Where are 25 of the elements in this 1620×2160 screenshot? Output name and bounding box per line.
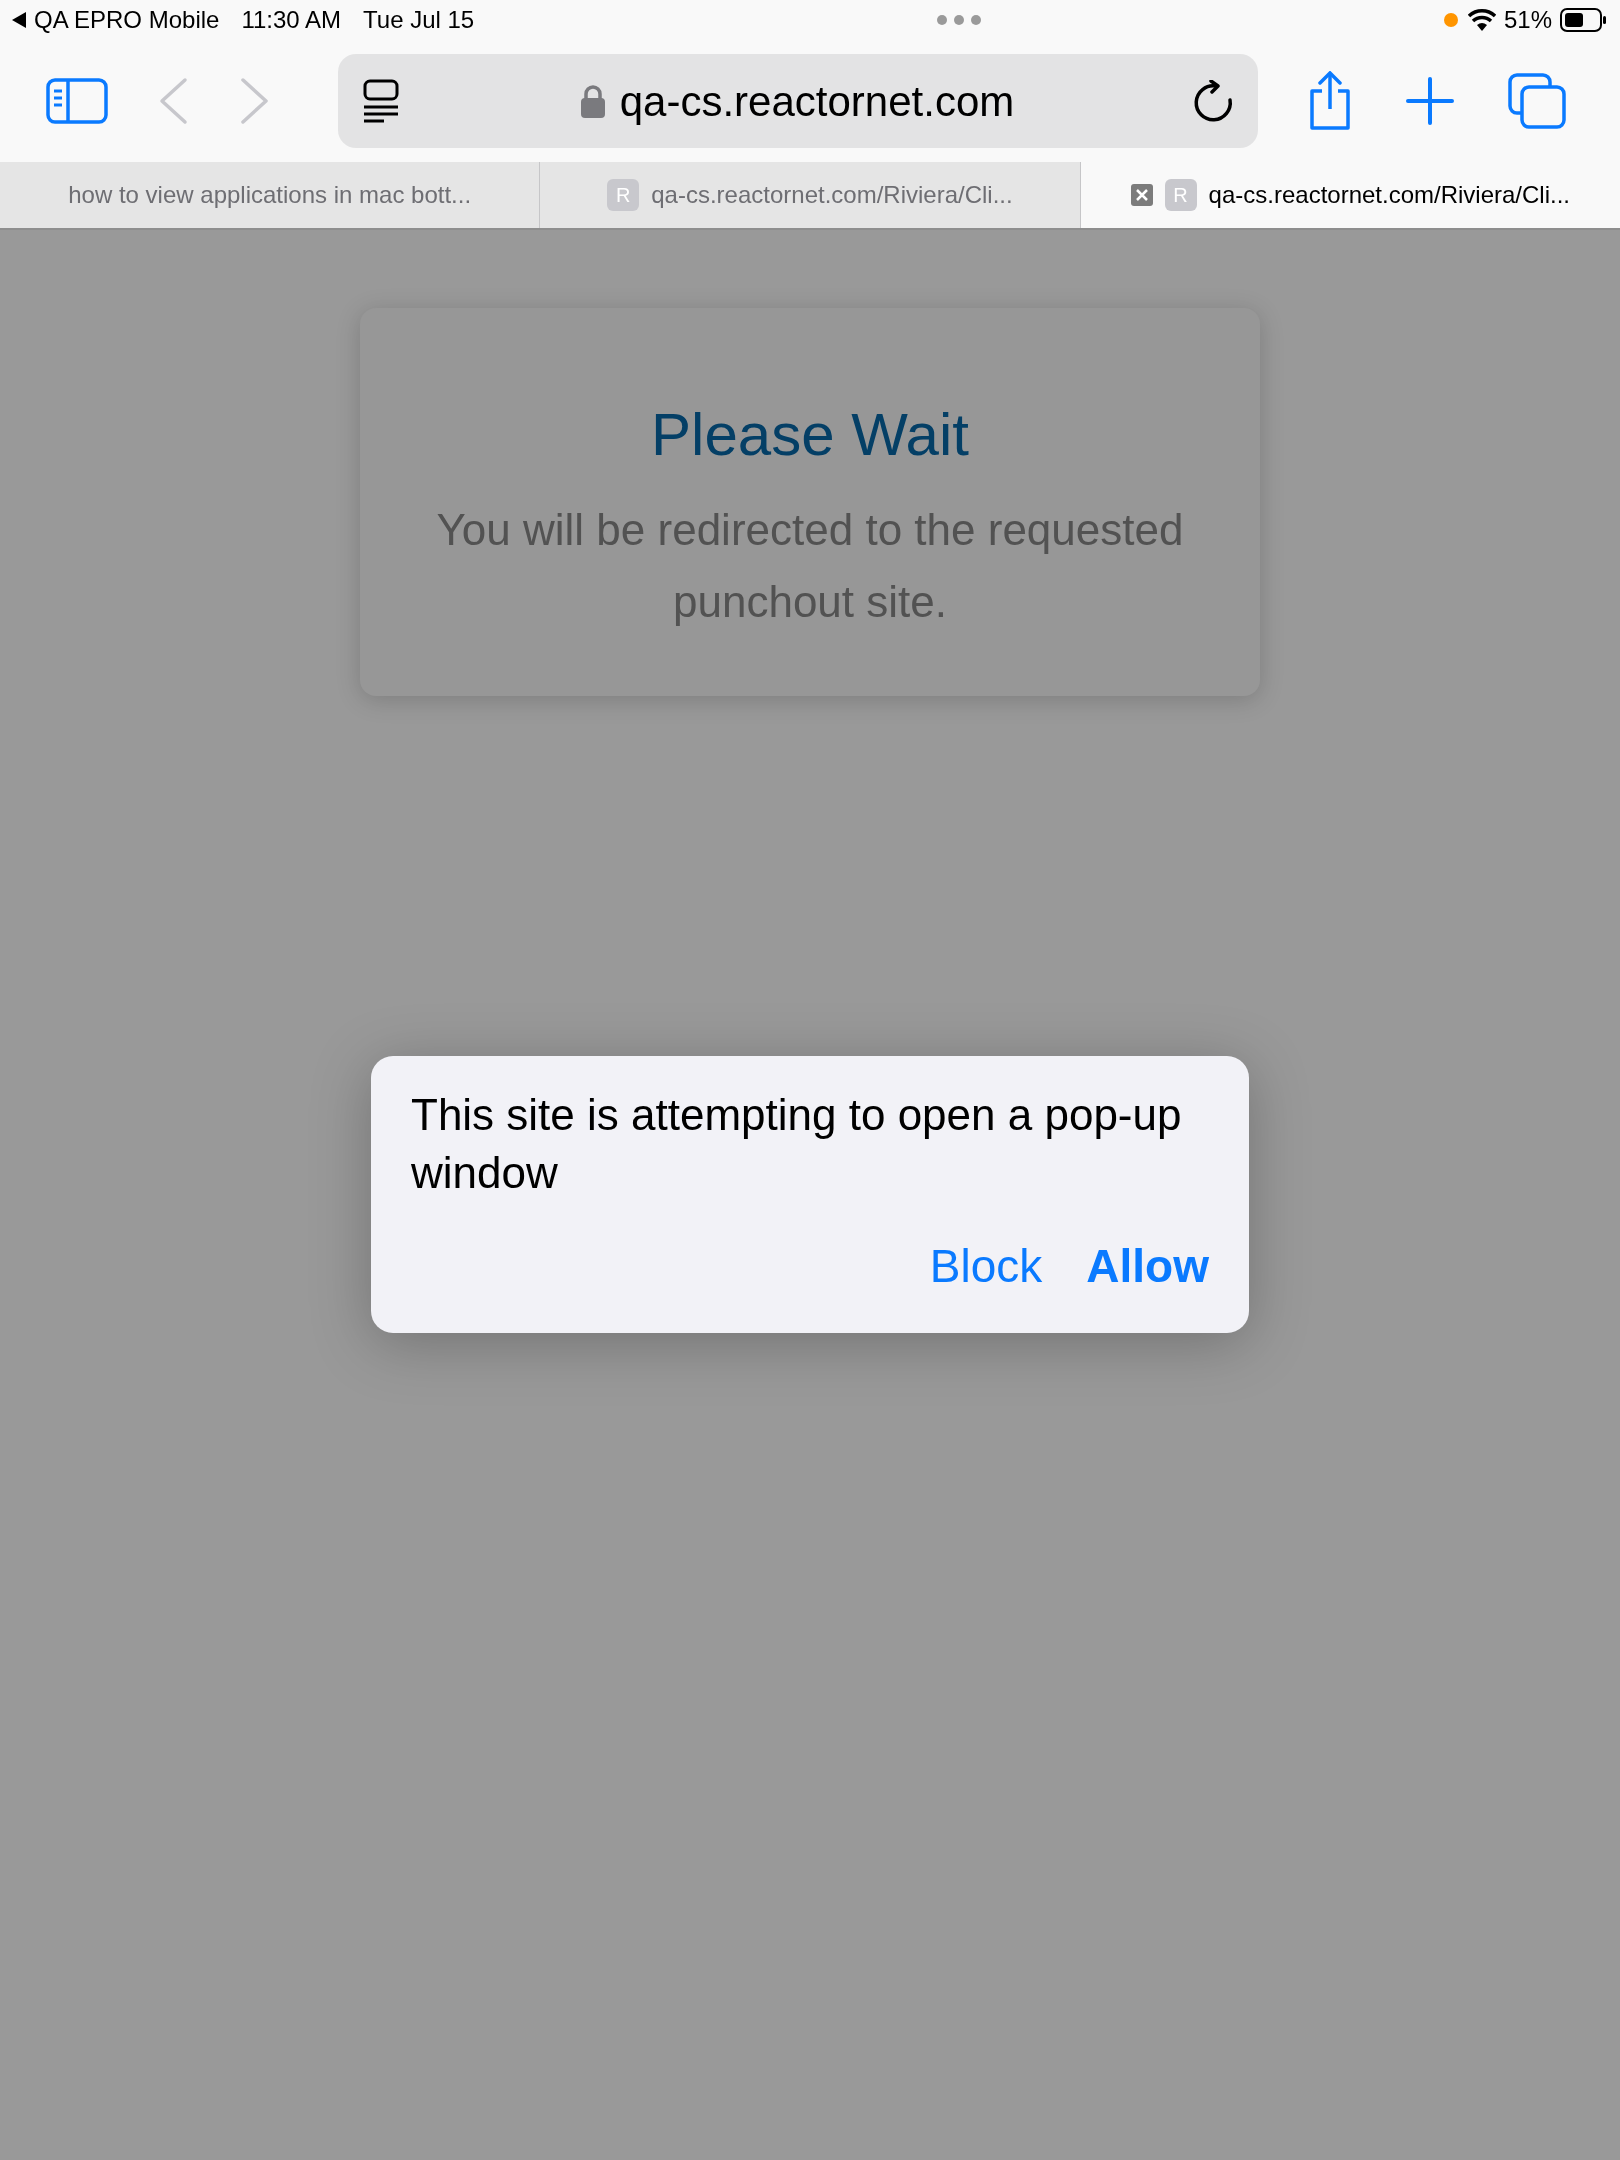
dialog-button[interactable]: Allow xyxy=(1086,1232,1209,1301)
wifi-icon xyxy=(1467,9,1496,31)
tab-title: qa-cs.reactornet.com/Riviera/Cli... xyxy=(651,180,1013,210)
address-text: qa-cs.reactornet.com xyxy=(619,76,1015,127)
tabs-overview-icon[interactable] xyxy=(1508,73,1566,129)
status-time: 11:30 AM xyxy=(241,5,342,35)
battery-icon xyxy=(1560,8,1608,32)
tab-title: how to view applications in mac bott... xyxy=(68,180,472,210)
reload-icon[interactable] xyxy=(1194,80,1234,122)
page-title: Please Wait xyxy=(651,400,969,470)
address-bar[interactable]: qa-cs.reactornet.com xyxy=(338,54,1258,148)
reader-icon[interactable] xyxy=(362,79,400,123)
sidebar-icon[interactable] xyxy=(46,78,108,124)
back-app-label[interactable]: QA EPRO Mobile xyxy=(34,2,220,38)
more-dots-icon[interactable] xyxy=(937,15,982,25)
plus-icon[interactable] xyxy=(1406,77,1454,125)
status-date: Tue Jul 15 xyxy=(363,5,475,35)
page-message: You will be redirected to the requested punchout site. xyxy=(435,504,1185,628)
close-icon[interactable] xyxy=(1130,184,1153,206)
back-triangle-icon xyxy=(12,12,26,28)
dialog-button[interactable]: Block xyxy=(929,1232,1043,1301)
battery-percent: 51% xyxy=(1503,5,1552,35)
dialog-message: This site is attempting to open a pop-up window xyxy=(411,1089,1183,1199)
tab-title: qa-cs.reactornet.com/Riviera/Cli... xyxy=(1208,180,1571,210)
lock-icon xyxy=(579,84,606,118)
